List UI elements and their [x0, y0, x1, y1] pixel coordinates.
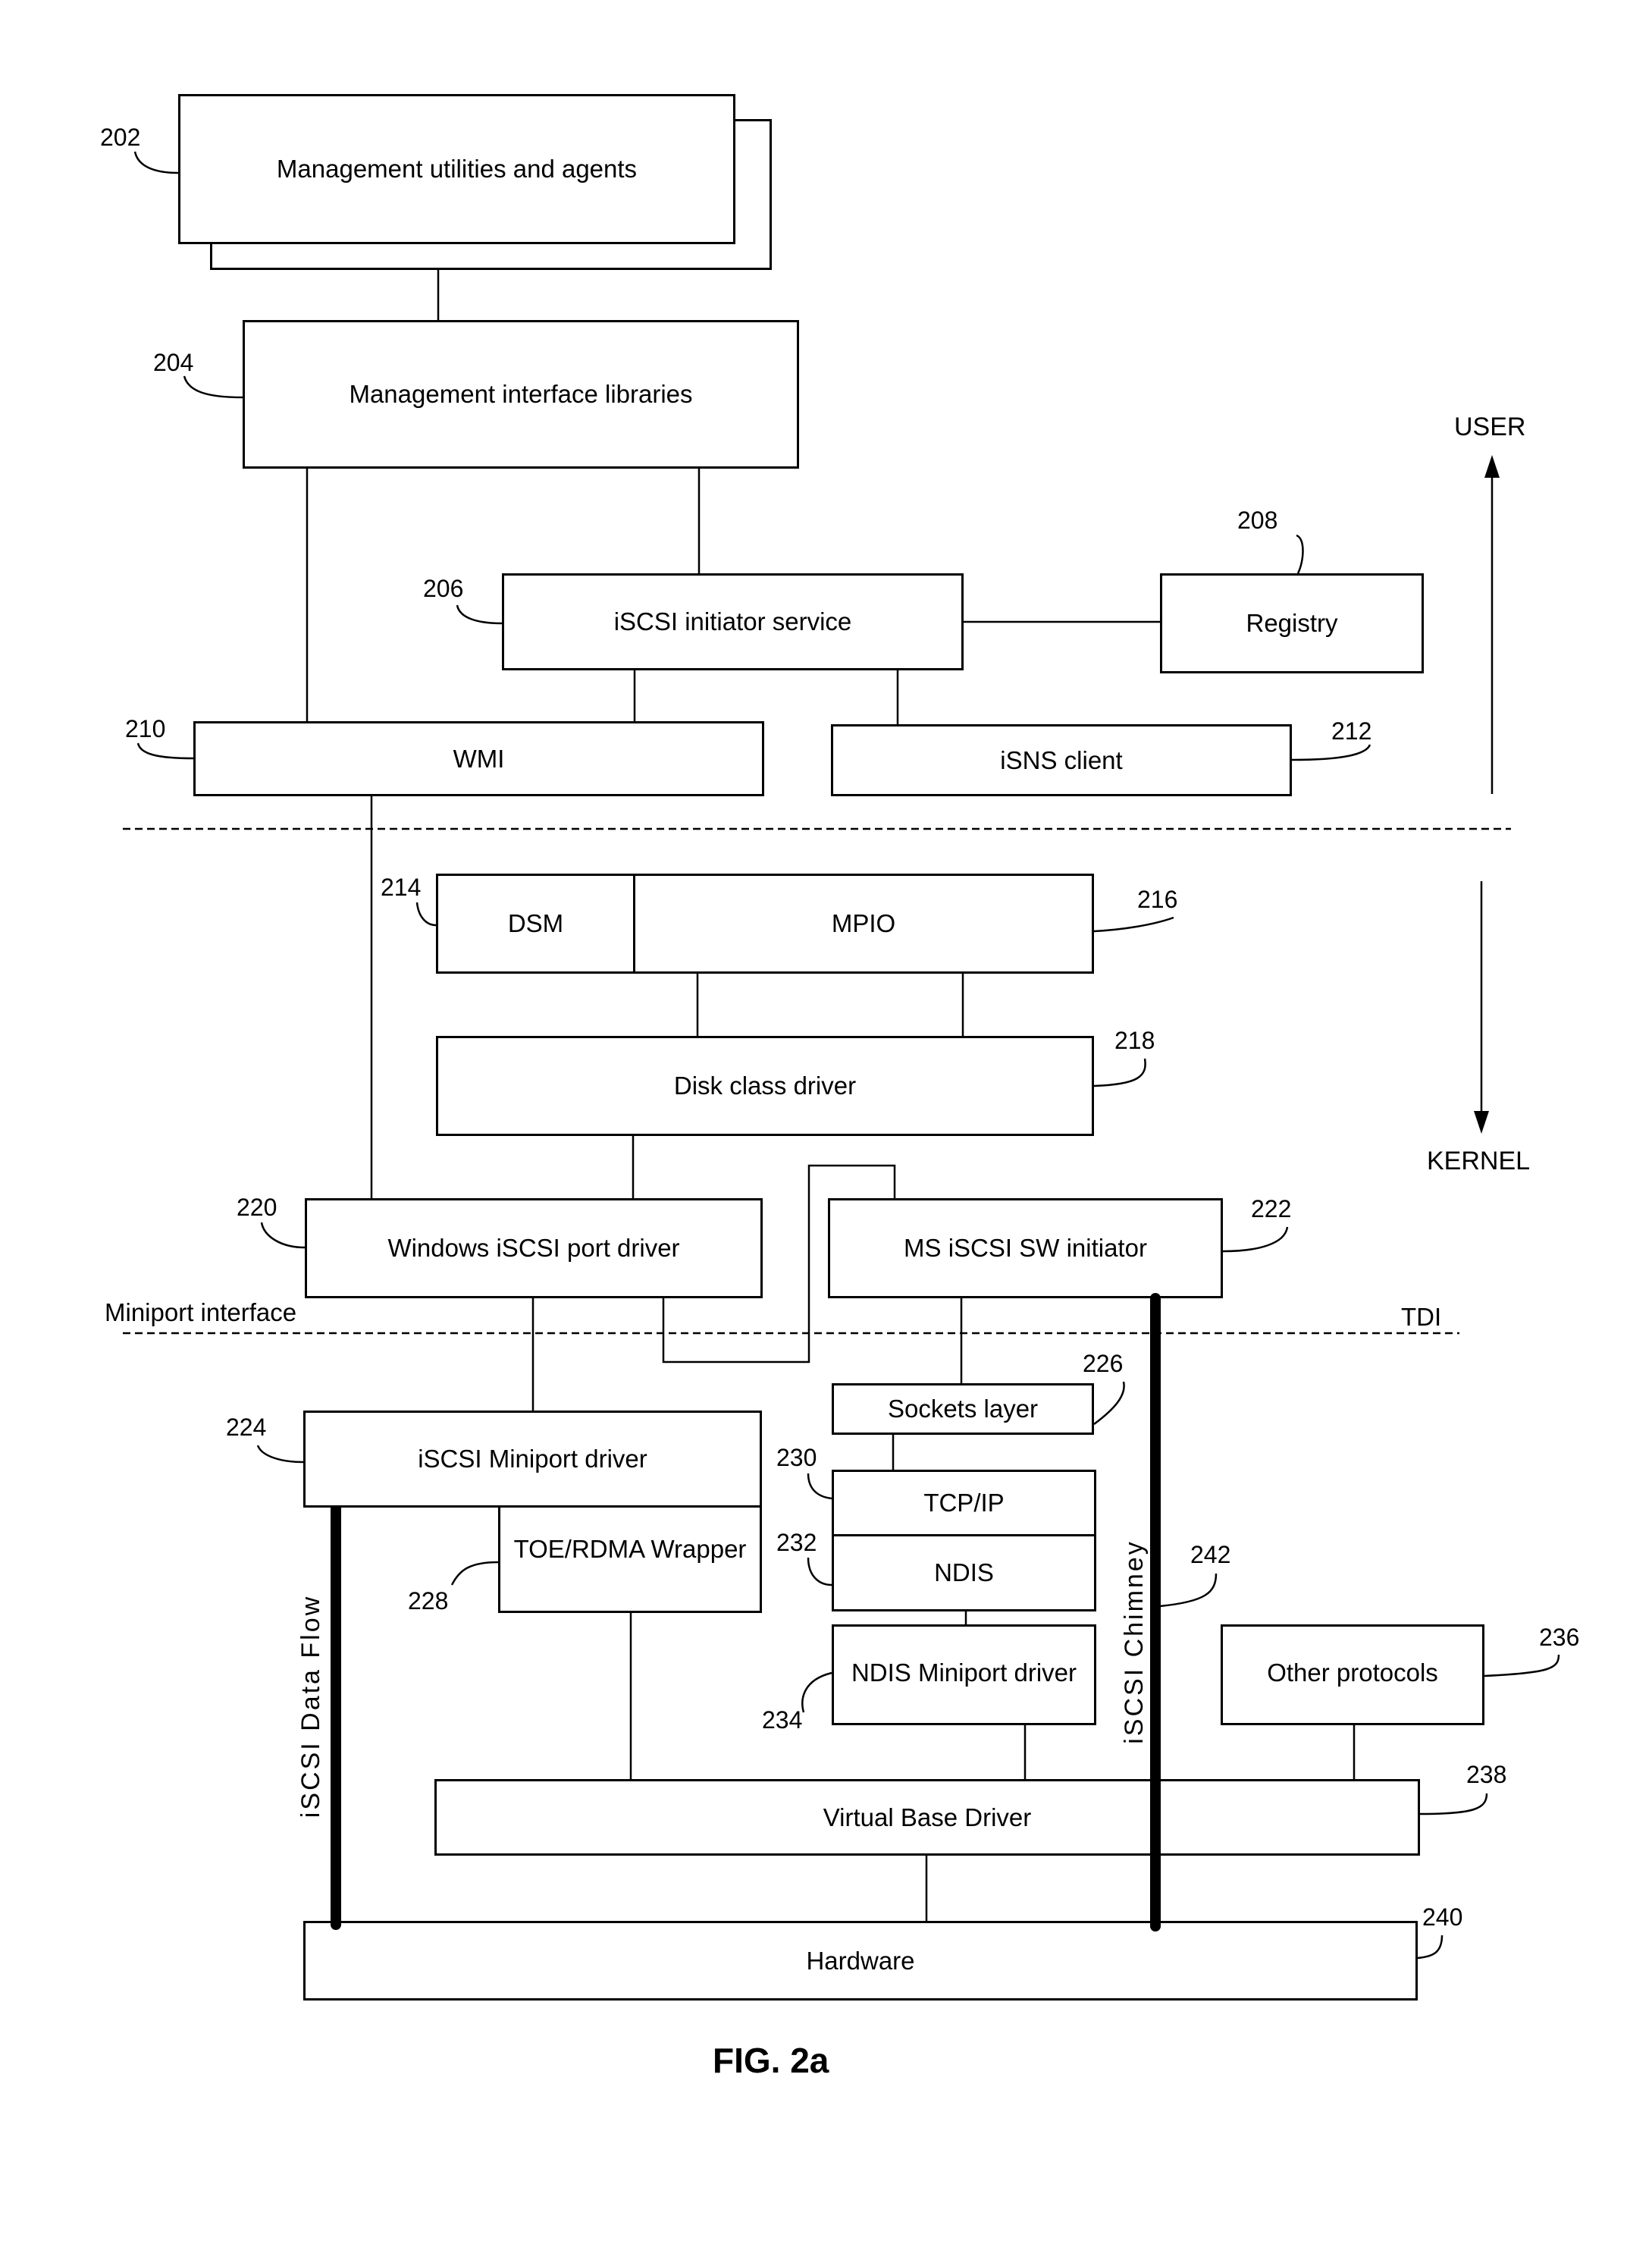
data-flow-label: iSCSI Data Flow: [296, 1594, 325, 1819]
data-path-overlay: [331, 1293, 1161, 1931]
ref-242: 242: [1190, 1541, 1231, 1568]
figure-caption: FIG. 2a: [713, 2041, 829, 2080]
chimney-label: iSCSI Chimney: [1120, 1539, 1149, 1744]
patent-figure: Management utilities and agents 202 Mana…: [0, 0, 1652, 2250]
